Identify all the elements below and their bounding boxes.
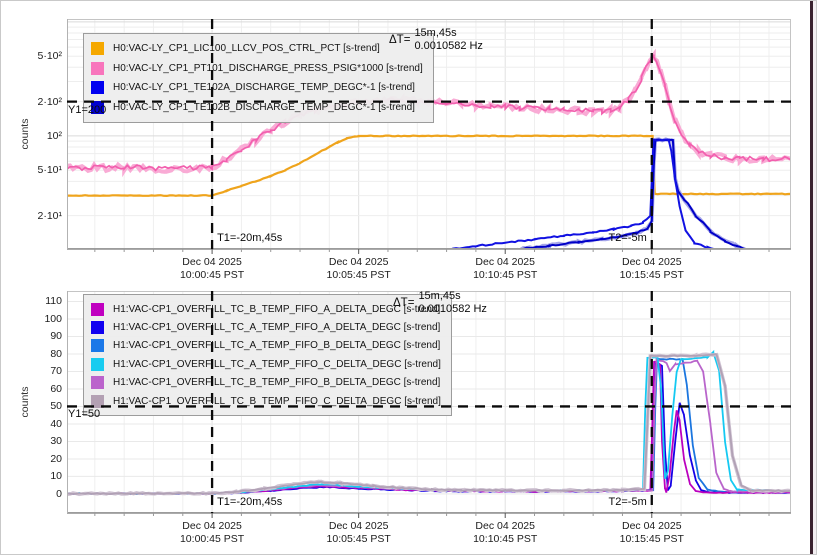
delta-t-prefix: ΔT=	[389, 34, 410, 46]
y-tick-label: 20	[18, 453, 62, 465]
legend-swatch-icon	[91, 62, 104, 75]
x-tick-date: Dec 04 2025	[157, 256, 267, 269]
window-right-margin	[813, 1, 817, 555]
x-tick-time: 10:15:45 PST	[597, 269, 707, 282]
legend-swatch-icon	[91, 81, 104, 94]
legend-swatch-icon	[91, 339, 104, 352]
legend-row[interactable]: H0:VAC-LY_CP1_TE102B_DISCHARGE_TEMP_DEGC…	[91, 98, 423, 118]
cursor-t2-label: T2=-5m	[562, 496, 647, 508]
delta-t-prefix: ΔT=	[393, 297, 414, 309]
delta-t-values: 15m,45s0.0010582 Hz	[414, 27, 483, 53]
x-tick-label: Dec 04 202510:10:45 PST	[450, 520, 560, 545]
x-tick-date: Dec 04 2025	[450, 256, 560, 269]
y-tick-label: 2·10¹	[18, 210, 62, 222]
x-tick-label: Dec 04 202510:00:45 PST	[157, 520, 267, 545]
legend-swatch-icon	[91, 321, 104, 334]
x-tick-label: Dec 04 202510:15:45 PST	[597, 520, 707, 545]
x-tick-time: 10:00:45 PST	[157, 533, 267, 546]
legend-label: H0:VAC-LY_CP1_TE102B_DISCHARGE_TEMP_DEGC…	[113, 102, 415, 113]
legend-label: H1:VAC-CP1_OVERFILL_TC_A_TEMP_FIFO_C_DEL…	[113, 359, 441, 370]
x-tick-time: 10:15:45 PST	[597, 533, 707, 546]
legend-label: H1:VAC-CP1_OVERFILL_TC_B_TEMP_FIFO_A_DEL…	[113, 304, 440, 315]
y-tick-label: 2·10²	[18, 96, 62, 108]
y-tick-label: 70	[18, 365, 62, 377]
x-tick-label: Dec 04 202510:05:45 PST	[304, 520, 414, 545]
x-tick-time: 10:00:45 PST	[157, 269, 267, 282]
x-tick-date: Dec 04 2025	[304, 256, 414, 269]
delta-t-values: 15m,45s0.0010582 Hz	[418, 290, 487, 316]
legend-row[interactable]: H1:VAC-CP1_OVERFILL_TC_B_TEMP_FIFO_A_DEL…	[91, 300, 441, 318]
y-tick-label: 100	[18, 313, 62, 325]
y-tick-label: 5·10²	[18, 50, 62, 62]
legend-label: H1:VAC-CP1_OVERFILL_TC_B_TEMP_FIFO_C_DEL…	[113, 396, 441, 407]
x-tick-label: Dec 04 202510:05:45 PST	[304, 256, 414, 281]
legend-row[interactable]: H1:VAC-CP1_OVERFILL_TC_B_TEMP_FIFO_B_DEL…	[91, 374, 441, 392]
x-tick-date: Dec 04 2025	[450, 520, 560, 533]
y-tick-label: 90	[18, 330, 62, 342]
y-tick-label: 80	[18, 348, 62, 360]
legend-row[interactable]: H0:VAC-LY_CP1_PT101_DISCHARGE_PRESS_PSIG…	[91, 59, 423, 79]
x-tick-time: 10:05:45 PST	[304, 269, 414, 282]
y-tick-label: 60	[18, 383, 62, 395]
legend-label: H1:VAC-CP1_OVERFILL_TC_A_TEMP_FIFO_B_DEL…	[113, 340, 440, 351]
delta-t-annotation: ΔT= 15m,45s0.0010582 Hz	[393, 290, 487, 316]
legend-row[interactable]: H0:VAC-LY_CP1_TE102A_DISCHARGE_TEMP_DEGC…	[91, 78, 423, 98]
legend-swatch-icon	[91, 303, 104, 316]
y-tick-label: 30	[18, 435, 62, 447]
y-tick-label: 10	[18, 470, 62, 482]
legend-label: H0:VAC-LY_CP1_PT101_DISCHARGE_PRESS_PSIG…	[113, 63, 423, 74]
legend-row[interactable]: H1:VAC-CP1_OVERFILL_TC_A_TEMP_FIFO_B_DEL…	[91, 337, 441, 355]
cursor-y1-label: Y1=200	[68, 104, 106, 116]
y-tick-label: 0	[18, 488, 62, 500]
legend-swatch-icon	[91, 395, 104, 408]
x-tick-date: Dec 04 2025	[157, 520, 267, 533]
y-tick-label: 50	[18, 400, 62, 412]
legend: H0:VAC-LY_CP1_LIC100_LLCV_POS_CTRL_PCT […	[83, 33, 434, 123]
y-tick-label: 40	[18, 418, 62, 430]
cursor-y1-label: Y1=50	[68, 408, 100, 420]
x-tick-label: Dec 04 202510:00:45 PST	[157, 256, 267, 281]
legend-label: H0:VAC-LY_CP1_TE102A_DISCHARGE_TEMP_DEGC…	[113, 82, 415, 93]
x-tick-label: Dec 04 202510:10:45 PST	[450, 256, 560, 281]
legend-swatch-icon	[91, 358, 104, 371]
legend-swatch-icon	[91, 376, 104, 389]
legend-swatch-icon	[91, 42, 104, 55]
x-tick-date: Dec 04 2025	[597, 520, 707, 533]
y-tick-label: 10²	[18, 130, 62, 142]
x-tick-date: Dec 04 2025	[597, 256, 707, 269]
y-tick-label: 110	[18, 295, 62, 307]
cursor-t1-label: T1=-20m,45s	[217, 496, 282, 508]
x-tick-time: 10:10:45 PST	[450, 269, 560, 282]
x-tick-label: Dec 04 202510:15:45 PST	[597, 256, 707, 281]
x-tick-time: 10:05:45 PST	[304, 533, 414, 546]
legend-label: H0:VAC-LY_CP1_LIC100_LLCV_POS_CTRL_PCT […	[113, 43, 380, 54]
y-tick-label: 5·10¹	[18, 164, 62, 176]
cursor-t2-label: T2=-5m	[562, 232, 647, 244]
legend-row[interactable]: H1:VAC-CP1_OVERFILL_TC_A_TEMP_FIFO_C_DEL…	[91, 355, 441, 373]
delta-t-annotation: ΔT= 15m,45s0.0010582 Hz	[389, 27, 483, 53]
x-tick-time: 10:10:45 PST	[450, 533, 560, 546]
legend-label: H1:VAC-CP1_OVERFILL_TC_A_TEMP_FIFO_A_DEL…	[113, 322, 440, 333]
legend-row[interactable]: H1:VAC-CP1_OVERFILL_TC_A_TEMP_FIFO_A_DEL…	[91, 318, 441, 336]
cursor-t1-label: T1=-20m,45s	[217, 232, 282, 244]
trend-viewer-window: counts counts H0:VAC-LY_CP1_LIC100_LLCV_…	[0, 0, 817, 555]
x-tick-date: Dec 04 2025	[304, 520, 414, 533]
legend-row[interactable]: H1:VAC-CP1_OVERFILL_TC_B_TEMP_FIFO_C_DEL…	[91, 392, 441, 410]
legend-label: H1:VAC-CP1_OVERFILL_TC_B_TEMP_FIFO_B_DEL…	[113, 377, 440, 388]
legend-row[interactable]: H0:VAC-LY_CP1_LIC100_LLCV_POS_CTRL_PCT […	[91, 39, 423, 59]
